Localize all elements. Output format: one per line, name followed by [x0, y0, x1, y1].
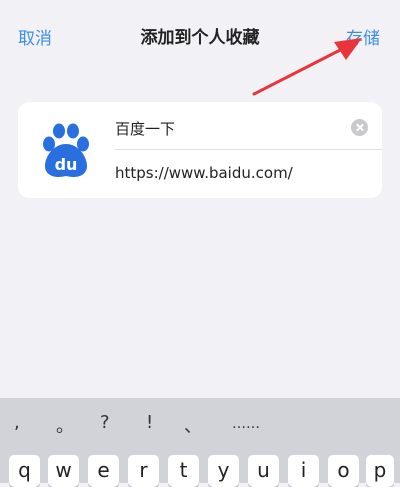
key-t[interactable]: t — [168, 455, 199, 487]
key-u[interactable]: u — [248, 455, 279, 487]
divider — [115, 149, 382, 150]
key-q[interactable]: q — [9, 455, 40, 487]
key-e[interactable]: e — [88, 455, 119, 487]
keyboard: , 。 ? ! 、 …… q w e r t y u i o p — [0, 398, 400, 487]
baidu-logo-icon: du — [43, 123, 89, 177]
bookmark-card: du 百度一下 https://www.baidu.com/ — [18, 102, 382, 198]
key-i[interactable]: i — [288, 455, 319, 487]
symbol-key-ellipsis[interactable]: …… — [232, 416, 260, 432]
symbol-key-question[interactable]: ? — [100, 412, 110, 433]
symbol-suggestion-row: , 。 ? ! 、 …… — [0, 398, 400, 446]
symbol-key-enumeration-comma[interactable]: 、 — [184, 412, 202, 438]
key-p[interactable]: p — [366, 455, 394, 487]
key-o[interactable]: o — [328, 455, 359, 487]
bookmark-name-field[interactable]: 百度一下 — [115, 118, 175, 139]
symbol-key-period[interactable]: 。 — [56, 412, 74, 438]
key-y[interactable]: y — [208, 455, 239, 487]
symbol-key-exclamation[interactable]: ! — [146, 412, 153, 433]
key-r[interactable]: r — [128, 455, 159, 487]
logo-text: du — [55, 155, 78, 174]
key-w[interactable]: w — [48, 455, 79, 487]
annotation-arrow-icon — [252, 38, 362, 96]
bookmark-url-field[interactable]: https://www.baidu.com/ — [115, 164, 293, 182]
clear-text-icon[interactable] — [351, 119, 368, 136]
symbol-key-comma[interactable]: , — [14, 412, 20, 433]
